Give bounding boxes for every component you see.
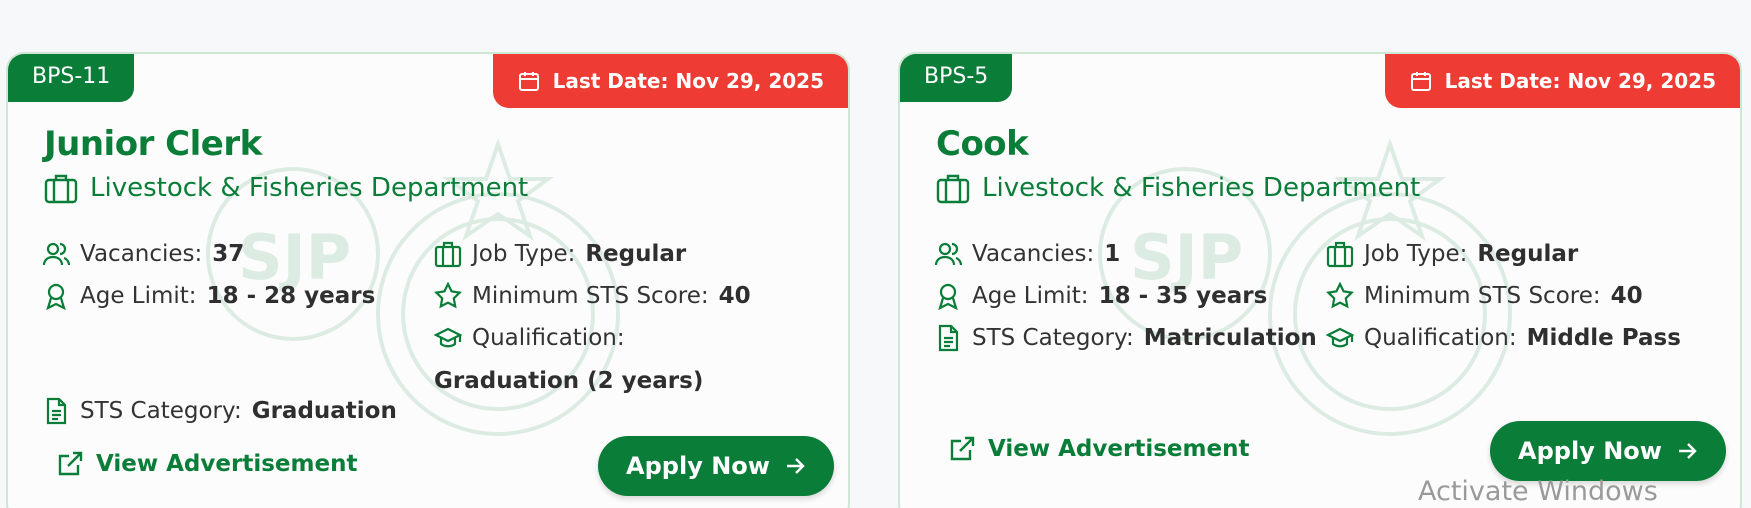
job-card: SJP BPS-5 Last Date: Nov 29, 2025 Cook L… <box>898 52 1742 508</box>
min-score-row: Minimum STS Score: 40 <box>1326 282 1643 310</box>
job-type-label: Job Type: <box>472 241 576 267</box>
view-advertisement-label: View Advertisement <box>988 436 1250 462</box>
department: Livestock & Fisheries Department <box>936 172 1420 204</box>
external-link-icon <box>950 436 975 461</box>
vacancies-row: Vacancies: 1 <box>934 240 1120 268</box>
vacancies-row: Vacancies: 37 <box>42 240 244 268</box>
min-score-label: Minimum STS Score: <box>472 283 709 309</box>
apply-now-button[interactable]: Apply Now <box>1490 421 1726 481</box>
grade-badge: BPS-5 <box>900 54 1013 102</box>
sts-category-row: STS Category: Matriculation <box>934 324 1317 352</box>
department-name: Livestock & Fisheries Department <box>90 173 529 203</box>
briefcase-icon <box>936 174 970 204</box>
document-icon <box>938 324 959 352</box>
age-limit-value: 18 - 28 years <box>206 283 376 309</box>
qualification-value: Graduation (2 years) <box>434 368 704 394</box>
sts-category-value: Graduation <box>251 398 397 424</box>
apply-now-button[interactable]: Apply Now <box>598 436 834 496</box>
briefcase-icon <box>1326 241 1354 268</box>
grade-badge: BPS-11 <box>8 54 135 102</box>
award-icon <box>46 283 66 310</box>
document-icon <box>46 397 67 425</box>
graduation-cap-icon <box>434 327 462 348</box>
job-title: Cook <box>936 124 1029 164</box>
vacancies-value: 1 <box>1104 241 1121 267</box>
star-icon <box>434 282 462 309</box>
calendar-icon <box>518 72 539 91</box>
star-icon <box>1326 282 1354 309</box>
age-limit-value: 18 - 35 years <box>1098 283 1268 309</box>
briefcase-icon <box>44 174 78 204</box>
qualification-row: Qualification: <box>434 324 625 352</box>
qualification-value: Middle Pass <box>1526 325 1681 351</box>
age-limit-row: Age Limit: 18 - 28 years <box>42 282 375 310</box>
job-type-row: Job Type: Regular <box>1326 240 1578 268</box>
last-date-text: Last Date: Nov 29, 2025 <box>552 69 824 93</box>
sts-category-label: STS Category: <box>80 398 242 424</box>
vacancies-value: 37 <box>212 241 245 267</box>
briefcase-icon <box>434 241 462 268</box>
view-advertisement-link[interactable]: View Advertisement <box>56 450 357 478</box>
qualification-label: Qualification: <box>472 325 625 351</box>
last-date-badge: Last Date: Nov 29, 2025 <box>492 54 848 108</box>
age-limit-label: Age Limit: <box>972 283 1089 309</box>
min-score-row: Minimum STS Score: 40 <box>434 282 751 310</box>
min-score-value: 40 <box>718 283 751 309</box>
job-type-value: Regular <box>585 241 687 267</box>
last-date-badge: Last Date: Nov 29, 2025 <box>1384 54 1740 108</box>
arrow-right-icon <box>1678 443 1697 459</box>
min-score-value: 40 <box>1610 283 1643 309</box>
age-limit-label: Age Limit: <box>80 283 197 309</box>
apply-now-label: Apply Now <box>626 452 770 480</box>
job-title: Junior Clerk <box>44 124 262 164</box>
qualification-row: Qualification: Middle Pass <box>1326 324 1681 352</box>
age-limit-row: Age Limit: 18 - 35 years <box>934 282 1267 310</box>
min-score-label: Minimum STS Score: <box>1364 283 1601 309</box>
job-type-label: Job Type: <box>1364 241 1468 267</box>
department-name: Livestock & Fisheries Department <box>982 173 1421 203</box>
view-advertisement-label: View Advertisement <box>96 451 358 477</box>
job-type-row: Job Type: Regular <box>434 240 686 268</box>
department: Livestock & Fisheries Department <box>44 172 528 204</box>
sts-category-value: Matriculation <box>1143 325 1317 351</box>
vacancies-label: Vacancies: <box>972 241 1095 267</box>
vacancies-label: Vacancies: <box>80 241 203 267</box>
external-link-icon <box>58 451 83 476</box>
qualification-label: Qualification: <box>1364 325 1517 351</box>
job-type-value: Regular <box>1477 241 1579 267</box>
activate-windows-overlay: Activate Windows <box>1418 476 1658 507</box>
calendar-icon <box>1410 72 1431 91</box>
sts-category-label: STS Category: <box>972 325 1134 351</box>
award-icon <box>938 283 958 310</box>
graduation-cap-icon <box>1326 327 1354 348</box>
users-icon <box>42 242 70 266</box>
job-card: SJP BPS-11 Last Date: Nov 29, 2025 Junio… <box>6 52 850 508</box>
view-advertisement-link[interactable]: View Advertisement <box>948 435 1249 463</box>
sts-category-row: STS Category: Graduation <box>42 397 397 425</box>
users-icon <box>934 242 962 266</box>
arrow-right-icon <box>786 458 805 474</box>
apply-now-label: Apply Now <box>1518 437 1662 465</box>
last-date-text: Last Date: Nov 29, 2025 <box>1444 69 1716 93</box>
